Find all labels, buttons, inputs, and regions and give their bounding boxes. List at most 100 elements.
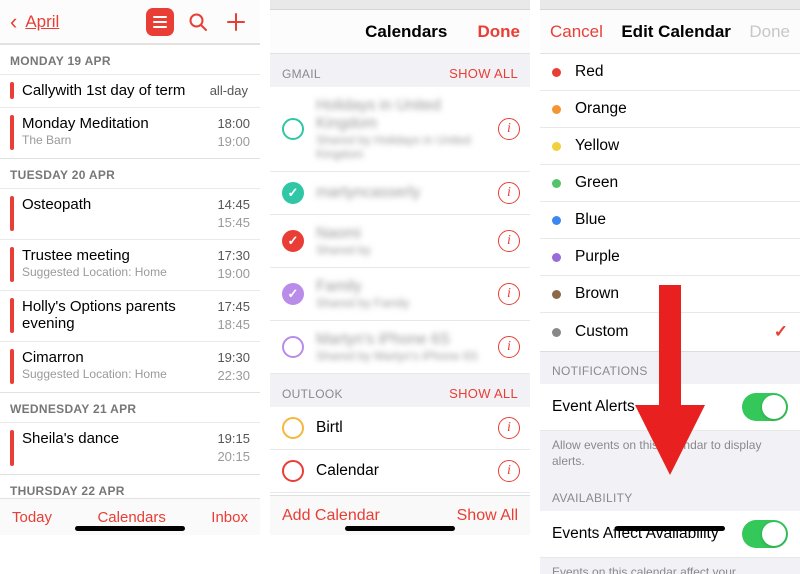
- event-title: Trustee meeting: [22, 247, 198, 264]
- navbar: Calendars Done: [270, 10, 530, 54]
- event-subtitle: Suggested Location: Home: [22, 265, 198, 279]
- color-option-row[interactable]: Yellow: [540, 128, 800, 165]
- event-color-bar: [10, 115, 14, 150]
- event-title: Osteopath: [22, 196, 198, 213]
- color-dot-icon: [552, 68, 561, 77]
- color-option-row[interactable]: Green: [540, 165, 800, 202]
- info-icon[interactable]: i: [498, 336, 520, 358]
- home-indicator[interactable]: [615, 526, 725, 531]
- back-chevron-icon[interactable]: ‹: [10, 11, 17, 33]
- color-dot-icon: [552, 328, 561, 337]
- event-times: 19:3022:30: [198, 349, 250, 384]
- color-dot-icon: [552, 216, 561, 225]
- color-label: Green: [575, 174, 788, 192]
- info-icon[interactable]: i: [498, 230, 520, 252]
- color-option-row[interactable]: Brown: [540, 276, 800, 313]
- event-row[interactable]: Trustee meetingSuggested Location: Home1…: [0, 239, 260, 290]
- event-color-bar: [10, 430, 14, 465]
- event-row[interactable]: Holly's Options parents evening17:4518:4…: [0, 290, 260, 341]
- event-title: Cimarron: [22, 349, 198, 366]
- calendars-link[interactable]: Calendars: [97, 509, 165, 526]
- calendar-row[interactable]: Calendari: [270, 450, 530, 493]
- cancel-button[interactable]: Cancel: [550, 22, 603, 42]
- calendar-checkbox[interactable]: [282, 336, 304, 358]
- calendar-row[interactable]: Birtli: [270, 407, 530, 450]
- event-color-bar: [10, 196, 14, 231]
- home-indicator[interactable]: [75, 526, 185, 531]
- calendar-row[interactable]: martyncasserlyi: [270, 172, 530, 215]
- event-subtitle: Suggested Location: Home: [22, 367, 198, 381]
- calendar-row[interactable]: FamilyShared by Familyi: [270, 268, 530, 321]
- event-alerts-row[interactable]: Event Alerts: [540, 384, 800, 431]
- color-option-row[interactable]: Purple: [540, 239, 800, 276]
- back-month-label[interactable]: April: [25, 12, 59, 32]
- calendar-row[interactable]: NaomiShared byi: [270, 215, 530, 268]
- event-times: 19:1520:15: [198, 430, 250, 465]
- search-icon[interactable]: [184, 8, 212, 36]
- group-toggle-link[interactable]: SHOW ALL: [449, 386, 518, 401]
- color-dot-icon: [552, 105, 561, 114]
- calendar-title: Family: [316, 278, 498, 296]
- calendar-title: Martyn's iPhone 6S: [316, 331, 498, 349]
- inbox-link[interactable]: Inbox: [211, 509, 248, 526]
- event-list[interactable]: MONDAY 19 APRCallywith 1st day of termal…: [0, 44, 260, 498]
- calendar-checkbox[interactable]: [282, 460, 304, 482]
- event-row[interactable]: Sheila's dance19:1520:15: [0, 422, 260, 473]
- info-icon[interactable]: i: [498, 417, 520, 439]
- calendar-title: Naomi: [316, 225, 498, 243]
- event-color-bar: [10, 349, 14, 384]
- calendar-subtitle: Shared by Holidays in United Kingdom: [316, 133, 498, 161]
- event-alerts-switch[interactable]: [742, 393, 788, 421]
- event-color-bar: [10, 298, 14, 333]
- done-button[interactable]: Done: [477, 22, 520, 42]
- calendar-checkbox[interactable]: [282, 283, 304, 305]
- home-indicator[interactable]: [345, 526, 455, 531]
- event-row[interactable]: CimarronSuggested Location: Home19:3022:…: [0, 341, 260, 392]
- add-event-icon[interactable]: [222, 8, 250, 36]
- event-row[interactable]: Osteopath14:4515:45: [0, 188, 260, 239]
- event-times: 18:0019:00: [198, 115, 250, 150]
- edit-form[interactable]: Red OrangeYellow Green Blue Purple Brown Custo…: [540, 54, 800, 574]
- list-view-icon[interactable]: [146, 8, 174, 36]
- calendar-subtitle: Shared by Martyn's iPhone 6S: [316, 349, 498, 363]
- calendar-groups-list[interactable]: GMAILSHOW ALLHolidays in United KingdomS…: [270, 54, 530, 534]
- availability-switch[interactable]: [742, 520, 788, 548]
- info-icon[interactable]: i: [498, 118, 520, 140]
- calendar-row[interactable]: Martyn's iPhone 6SShared by Martyn's iPh…: [270, 321, 530, 374]
- color-dot-icon: [552, 142, 561, 151]
- color-label: Purple: [575, 248, 788, 266]
- calendar-checkbox[interactable]: [282, 118, 304, 140]
- section-header-notifications: NOTIFICATIONS: [540, 352, 800, 384]
- show-all-link[interactable]: Show All: [457, 507, 518, 525]
- event-times: 14:4515:45: [198, 196, 250, 231]
- event-title: Callywith 1st day of term: [22, 82, 210, 99]
- color-option-row[interactable]: Red: [540, 54, 800, 91]
- info-icon[interactable]: i: [498, 283, 520, 305]
- event-row[interactable]: Callywith 1st day of termall-day: [0, 74, 260, 107]
- event-alerts-label: Event Alerts: [552, 398, 742, 416]
- color-option-row[interactable]: Blue: [540, 202, 800, 239]
- group-header: GMAILSHOW ALL: [270, 54, 530, 87]
- screen-calendars-sheet: Calendars Done GMAILSHOW ALLHolidays in …: [270, 0, 530, 535]
- event-title: Monday Meditation: [22, 115, 198, 132]
- calendar-checkbox[interactable]: [282, 417, 304, 439]
- group-toggle-link[interactable]: SHOW ALL: [449, 66, 518, 81]
- color-label: Red: [575, 63, 788, 81]
- color-option-row[interactable]: Custom✓: [540, 313, 800, 352]
- availability-footer: Events on this calendar affect your avai…: [540, 558, 800, 574]
- sheet-grabber: [540, 0, 800, 10]
- calendar-checkbox[interactable]: [282, 182, 304, 204]
- color-dot-icon: [552, 290, 561, 299]
- add-calendar-link[interactable]: Add Calendar: [282, 507, 380, 525]
- done-button-disabled: Done: [749, 22, 790, 42]
- info-icon[interactable]: i: [498, 182, 520, 204]
- calendar-checkbox[interactable]: [282, 230, 304, 252]
- calendar-row[interactable]: Holidays in United KingdomShared by Holi…: [270, 87, 530, 172]
- color-option-row[interactable]: Orange: [540, 91, 800, 128]
- event-row[interactable]: Monday MeditationThe Barn18:0019:00: [0, 107, 260, 158]
- today-link[interactable]: Today: [12, 509, 52, 526]
- screen-calendar-list: ‹ April MONDAY 19 APRCallywith 1st day o…: [0, 0, 260, 535]
- calendar-subtitle: Shared by Family: [316, 296, 498, 310]
- info-icon[interactable]: i: [498, 460, 520, 482]
- color-label: Brown: [575, 285, 788, 303]
